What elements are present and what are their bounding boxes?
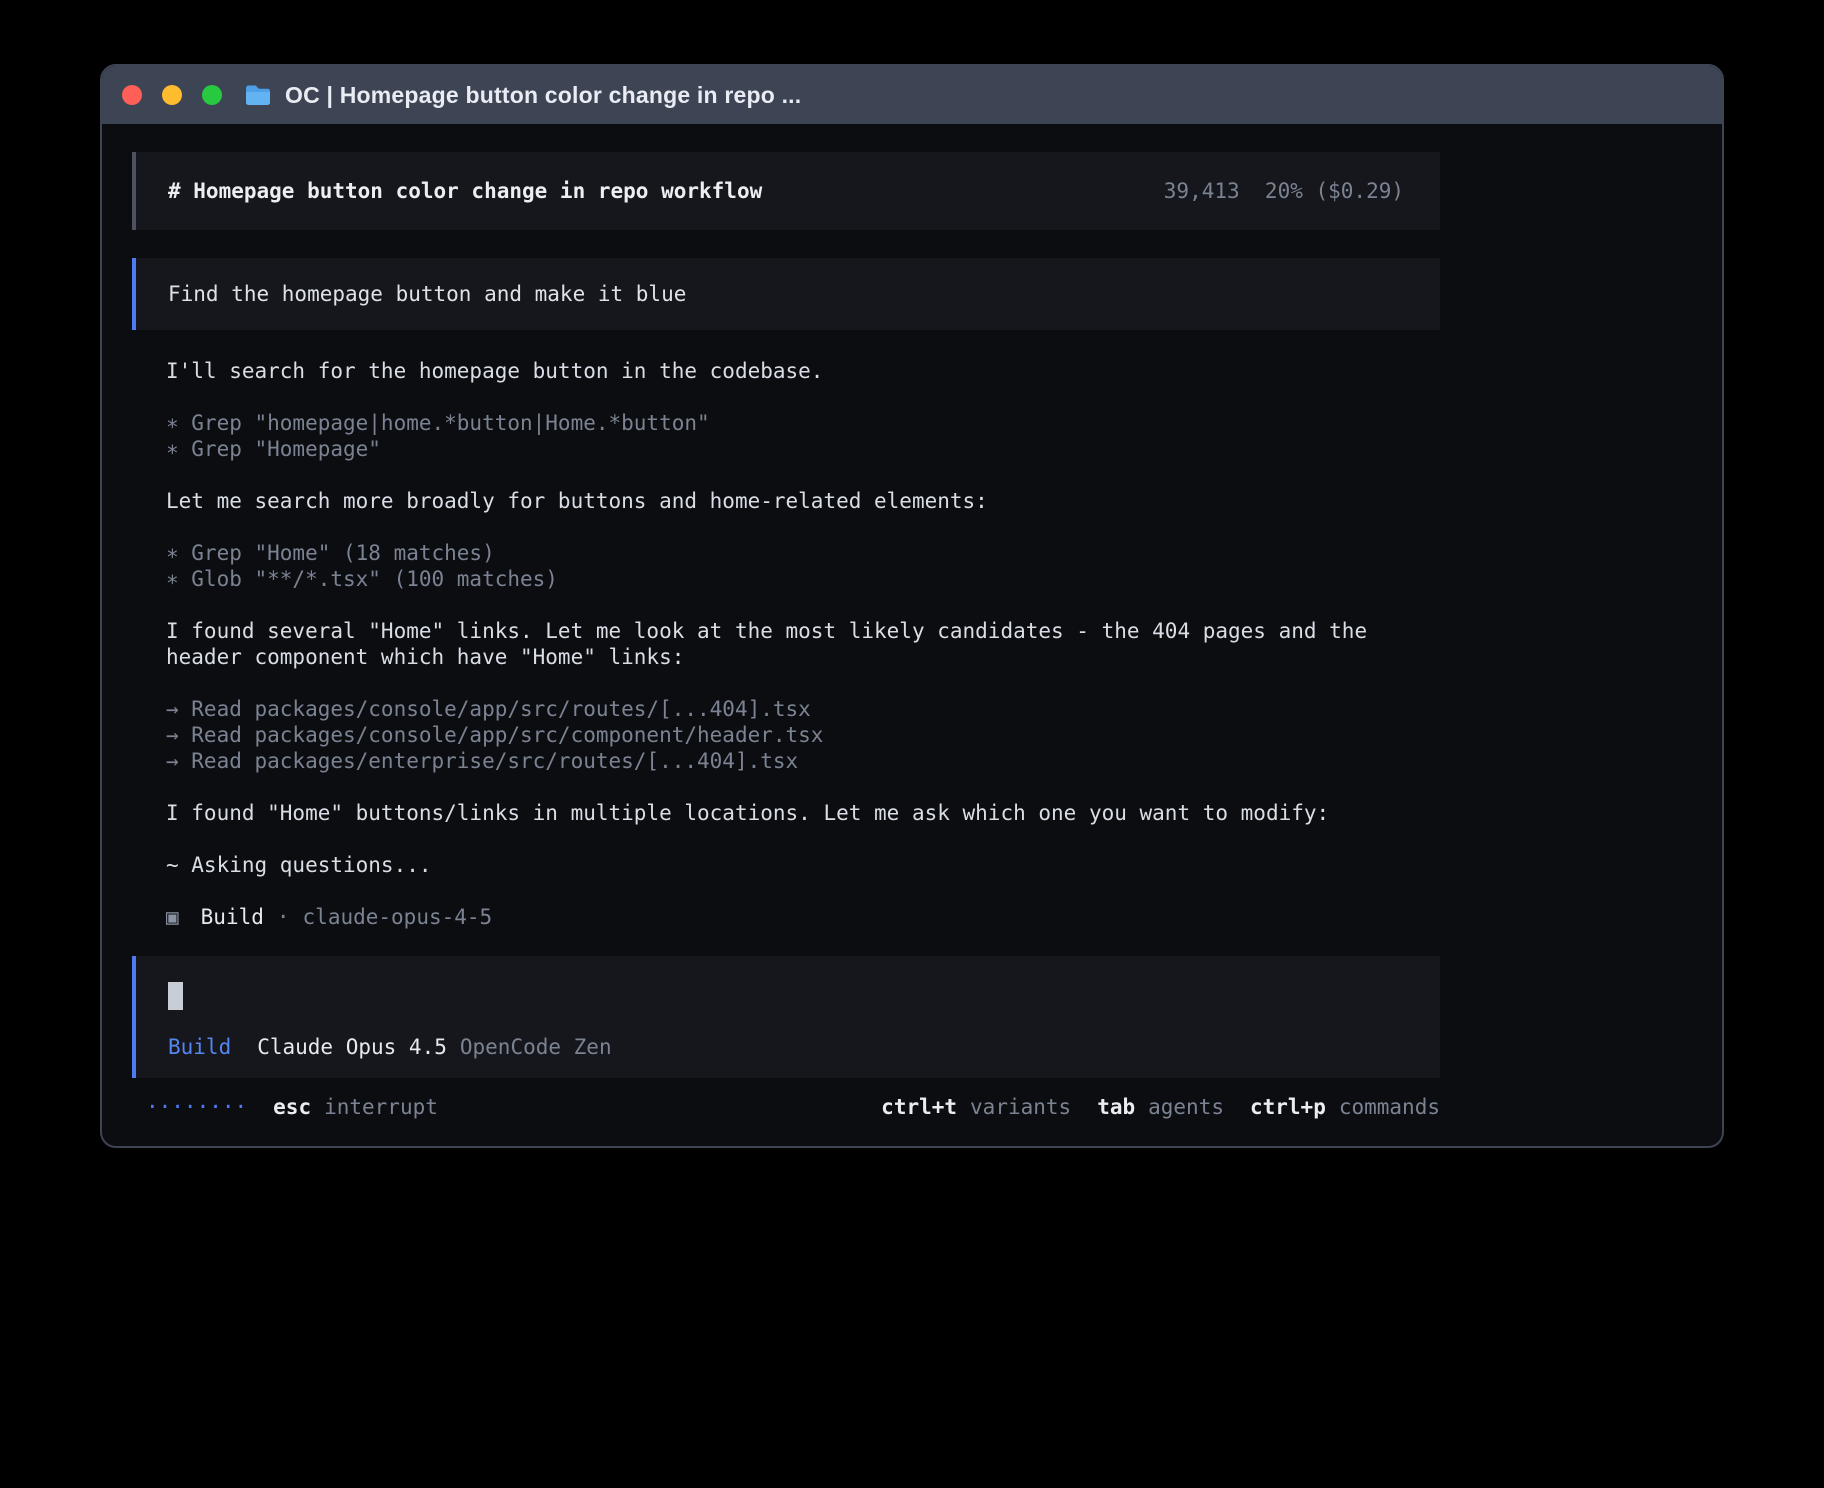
hint-commands: ctrl+p commands xyxy=(1250,1094,1440,1120)
status-bar-right: ctrl+t variants tab agents ctrl+p comman… xyxy=(881,1094,1440,1120)
hint-variants: ctrl+t variants xyxy=(881,1094,1071,1120)
agent-name: Build xyxy=(201,904,264,930)
titlebar[interactable]: OC | Homepage button color change in rep… xyxy=(102,66,1722,124)
badge-separator: · xyxy=(277,904,290,930)
assistant-text: I found "Home" buttons/links in multiple… xyxy=(166,800,1440,826)
assistant-text: I'll search for the homepage button in t… xyxy=(166,358,1440,384)
tool-call-group: ∗ Grep "homepage|home.*button|Home.*butt… xyxy=(166,410,1440,462)
status-line: ~ Asking questions... xyxy=(166,852,1440,878)
tool-call-group: ∗ Grep "Home" (18 matches) ∗ Glob "**/*.… xyxy=(166,540,1440,592)
hint-key: ctrl+p xyxy=(1250,1094,1326,1120)
esc-key-hint: esc xyxy=(273,1094,311,1120)
input-meta: Build Claude Opus 4.5 OpenCode Zen xyxy=(168,1034,1408,1060)
hint-label: commands xyxy=(1339,1094,1440,1120)
session-title: # Homepage button color change in repo w… xyxy=(168,178,762,204)
agent-badge: ▣ Build · claude-opus-4-5 xyxy=(166,904,1440,930)
assistant-text: I found several "Home" links. Let me loo… xyxy=(166,618,1440,670)
model-label[interactable]: Claude Opus 4.5 xyxy=(257,1034,447,1060)
terminal-content: # Homepage button color change in repo w… xyxy=(102,124,1722,1120)
provider-label: OpenCode Zen xyxy=(460,1034,612,1060)
file-read-group: → Read packages/console/app/src/routes/[… xyxy=(166,696,1440,774)
user-message-text: Find the homepage button and make it blu… xyxy=(168,281,686,307)
hint-label: agents xyxy=(1148,1094,1224,1120)
file-read-line: → Read packages/console/app/src/routes/[… xyxy=(166,696,1440,722)
file-read-line: → Read packages/console/app/src/componen… xyxy=(166,722,1440,748)
zoom-button[interactable] xyxy=(202,85,222,105)
text-cursor xyxy=(168,982,183,1010)
prompt-input[interactable]: Build Claude Opus 4.5 OpenCode Zen xyxy=(132,956,1440,1078)
tool-call-line: ∗ Grep "Home" (18 matches) xyxy=(166,540,1440,566)
hint-key: ctrl+t xyxy=(881,1094,957,1120)
close-button[interactable] xyxy=(122,85,142,105)
esc-key-label: interrupt xyxy=(324,1094,438,1120)
agent-icon: ▣ xyxy=(166,904,179,930)
terminal-window: OC | Homepage button color change in rep… xyxy=(100,64,1724,1148)
hint-agents: tab agents xyxy=(1097,1094,1224,1120)
spinner-icon: ········ xyxy=(146,1094,247,1120)
folder-icon xyxy=(244,84,272,107)
status-bar-left: ········ esc interrupt xyxy=(146,1094,438,1120)
session-stats: 39,413 20% ($0.29) xyxy=(1164,178,1404,204)
user-message-block: Find the homepage button and make it blu… xyxy=(132,258,1440,330)
hint-label: variants xyxy=(970,1094,1071,1120)
tool-call-line: ∗ Grep "Homepage" xyxy=(166,436,1440,462)
agent-mode-label[interactable]: Build xyxy=(168,1034,231,1060)
file-read-line: → Read packages/enterprise/src/routes/[.… xyxy=(166,748,1440,774)
status-bar: ········ esc interrupt ctrl+t variants t… xyxy=(132,1094,1440,1120)
minimize-button[interactable] xyxy=(162,85,182,105)
hint-key: tab xyxy=(1097,1094,1135,1120)
tool-call-line: ∗ Glob "**/*.tsx" (100 matches) xyxy=(166,566,1440,592)
agent-model: claude-opus-4-5 xyxy=(303,904,493,930)
conversation: I'll search for the homepage button in t… xyxy=(132,358,1440,930)
assistant-text: Let me search more broadly for buttons a… xyxy=(166,488,1440,514)
window-title: OC | Homepage button color change in rep… xyxy=(285,82,801,109)
tool-call-line: ∗ Grep "homepage|home.*button|Home.*butt… xyxy=(166,410,1440,436)
traffic-lights xyxy=(122,85,222,105)
session-header: # Homepage button color change in repo w… xyxy=(132,152,1440,230)
